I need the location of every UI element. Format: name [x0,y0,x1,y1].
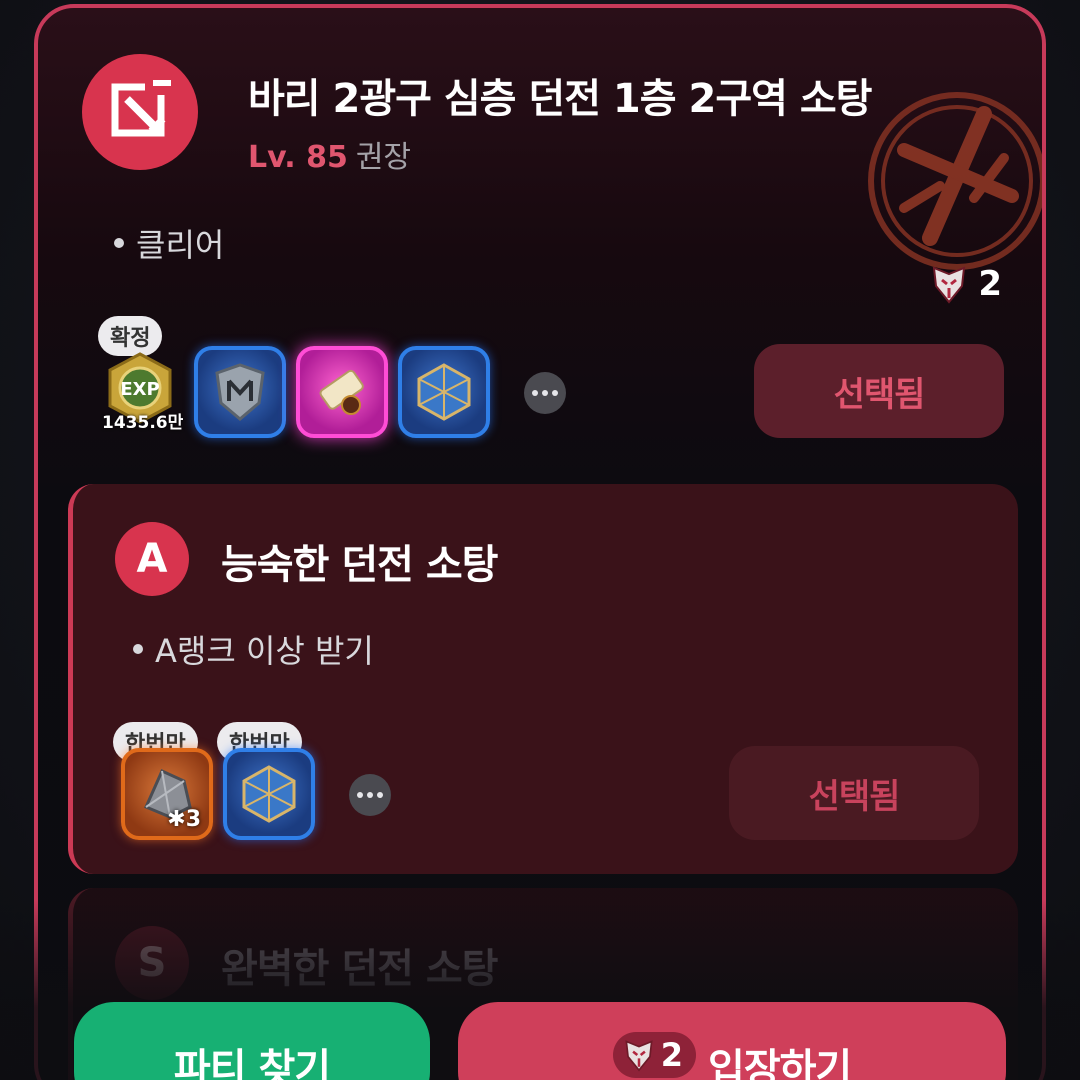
dice-reward[interactable] [223,748,315,840]
dice-icon [417,363,471,421]
crossed-swords-quest-icon [82,54,198,170]
sub-quest-a-objective-text: A랭크 이상 받기 [155,632,374,670]
crossed-daggers-emblem-icon [868,92,1042,270]
dungeon-quest-card: 바리 2광구 심층 던전 1층 2구역 소탕 Lv. 85 권장 클리어 2 확정… [34,4,1046,1080]
ore-reward[interactable]: ✱3 [121,748,213,840]
rank-s-letter: S [137,940,167,986]
bullet-dot [133,644,143,654]
quest-selected-button[interactable]: 선택됨 [754,344,1004,438]
recommended-level: Lv. 85 권장 [248,132,411,176]
level-value: Lv. 85 [248,140,348,175]
sub-quest-a-selected-button[interactable]: 선택됨 [729,746,979,840]
sub-quest-a-title: 능숙한 던전 소탕 [221,542,498,588]
find-party-button[interactable]: 파티 찾기 [74,1002,430,1080]
quest-title: 바리 2광구 심층 던전 1층 2구역 소탕 [248,76,872,122]
dice-reward[interactable] [398,346,490,438]
scroll-reward[interactable] [296,346,388,438]
rank-a-letter: A [136,536,168,582]
ore-count: ✱3 [167,807,201,832]
rune-stone-icon [215,363,265,421]
enter-cost-badge: 2 [612,1032,697,1078]
level-suffix: 권장 [355,140,412,175]
find-party-label: 파티 찾기 [173,1046,331,1080]
sub-quest-s-title: 완벽한 던전 소탕 [221,946,498,992]
dice-icon [242,765,296,823]
entry-cost-value: 2 [978,264,1002,304]
rank-s-badge: S [115,926,189,1000]
scroll-icon [319,369,364,415]
svg-text:EXP: EXP [120,379,159,400]
rune-stone-reward[interactable] [194,346,286,438]
bullet-dot [114,238,124,248]
ore-count-value: 3 [185,807,201,832]
more-rewards-button[interactable] [349,774,391,816]
exp-amount: 1435.6만 [102,413,184,433]
enter-cost-value: 2 [660,1036,683,1074]
beast-skull-ticket-icon [625,1040,653,1072]
objective-text: 클리어 [136,226,225,264]
beast-skull-ticket-icon [933,266,966,304]
entry-cost: 2 [930,264,1002,304]
enter-label: 입장하기 [708,1046,852,1080]
more-rewards-button[interactable] [524,372,566,414]
enter-button[interactable]: 2 입장하기 [458,1002,1006,1080]
rank-a-badge: A [115,522,189,596]
objective-item: 클리어 [114,220,224,266]
sub-quest-a-panel: A 능숙한 던전 소탕 A랭크 이상 받기 한번만 한번만 ✱3 선택됨 [68,484,1018,874]
sub-quest-a-objective: A랭크 이상 받기 [133,626,374,672]
